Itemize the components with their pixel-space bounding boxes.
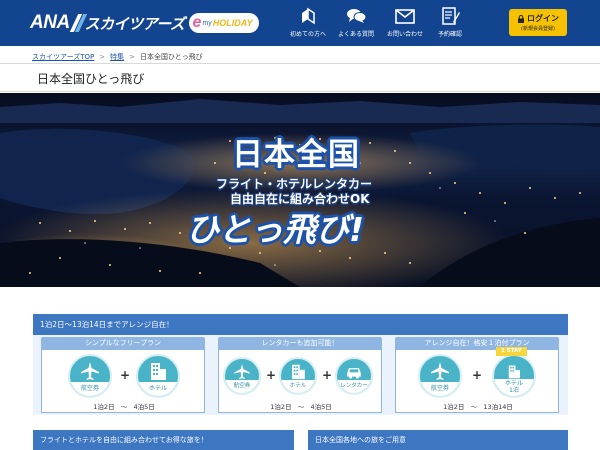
nights-to: 4泊5日 (133, 403, 155, 411)
breadcrumb-current: 日本全国ひとっ飛び (140, 53, 203, 61)
nav-label: よくある質問 (337, 31, 374, 38)
chat-bubbles-icon (347, 9, 367, 23)
building-icon (151, 363, 166, 380)
nav-label: お問い合わせ (386, 31, 423, 38)
plus-sign: + (266, 368, 277, 382)
plans-header: 1泊2日～13泊14日までアレンジ自在！ (33, 314, 568, 335)
plan-nights: 1泊2日 ～ 13泊14日 (396, 401, 560, 411)
hero-title-nihon: 日本全国 (232, 137, 360, 173)
logo-holiday-badge: e my HOLIDAY (188, 13, 259, 33)
nav-beginners[interactable]: 初めての方へ (282, 6, 334, 38)
plan-title: レンタカーも追加可能！ (218, 337, 382, 350)
plan-nights: 1泊2日 ～ 4泊5日 (42, 401, 206, 411)
plan-part-rental-car: レンタカー (335, 357, 373, 395)
login-sub-label: (新規会員登録) (521, 26, 555, 32)
divider (0, 63, 600, 64)
nav-reservation-check[interactable]: 予約確認 (424, 6, 476, 38)
section-destinations-header: 日本全国各地への旅をご用意 (308, 430, 568, 450)
plan-simple-free[interactable]: シンプルなフリープラン 航空券 + ホテル 1泊2日 ～ 4泊5日 (41, 337, 205, 413)
logo-holiday-text: HOLIDAY (212, 18, 253, 28)
nights-from: 1泊2日 (443, 403, 465, 411)
plan-nights: 1泊2日 ～ 4泊5日 (219, 401, 383, 411)
nights-to: 13泊14日 (483, 403, 513, 411)
envelope-icon (395, 9, 415, 24)
plan-title: アレンジ自在！格安１泊付プラン (395, 337, 559, 350)
logo-holiday-e: e (192, 14, 202, 31)
one-stay-badge: 1 STAY (496, 347, 527, 356)
breadcrumb: スカイツアーズTOP > 特集 > 日本全国ひとっ飛び (32, 52, 203, 62)
logo-brand: ANA (30, 12, 70, 33)
breadcrumb-separator: > (99, 53, 106, 61)
plan-part-flight: 航空券 (68, 354, 112, 398)
building-icon (508, 365, 520, 379)
plan-part-label: ホテル (281, 380, 315, 393)
logo-holiday-my: my (202, 19, 212, 27)
nights-from: 1泊2日 (93, 403, 115, 411)
airplane-icon (234, 363, 250, 380)
nav-label: 初めての方へ (289, 31, 326, 38)
lock-icon (518, 14, 524, 23)
building-icon (292, 364, 305, 380)
nights-tilde: ～ (297, 403, 305, 411)
nights-from: 1泊2日 (270, 403, 292, 411)
breadcrumb-feature-link[interactable]: 特集 (110, 52, 124, 62)
hero-banner: 日本全国 フライト・ホテルレンタカー 自由自在に組み合わせOK ひとっ飛び! (0, 93, 600, 287)
plan-part-label: レンタカー (337, 380, 371, 393)
login-button[interactable]: ログイン (新規会員登録) (509, 9, 567, 36)
plan-part-hotel: ホテル (136, 354, 180, 398)
plus-sign: + (322, 368, 333, 382)
divider (0, 91, 600, 92)
car-icon (347, 368, 361, 379)
nights-tilde: ～ (120, 403, 128, 411)
plan-body: 航空券 + 1 STAY ホテル 1泊 1泊2日 ～ 13泊14日 (395, 347, 560, 413)
page-title: 日本全国ひとっ飛び (37, 72, 145, 86)
breadcrumb-top-link[interactable]: スカイツアーズTOP (32, 52, 94, 62)
nav-label: 予約確認 (437, 31, 462, 38)
nav-faq[interactable]: よくある質問 (330, 6, 382, 38)
hero-title-hitottobi: ひとっ飛び! (186, 210, 365, 249)
nights-tilde: ～ (470, 403, 478, 411)
airplane-icon (81, 362, 99, 380)
plan-part-hotel: ホテル (279, 357, 317, 395)
hero-text: 日本全国 フライト・ホテルレンタカー 自由自在に組み合わせOK ひとっ飛び! (0, 93, 600, 287)
login-label: ログイン (527, 14, 559, 23)
logo-product: スカイツアーズ (84, 14, 185, 33)
plus-sign: + (472, 368, 483, 382)
logo-slash-icon (69, 14, 87, 32)
plan-body: 航空券 + ホテル 1泊2日 ～ 4泊5日 (41, 350, 205, 413)
plan-one-stay-budget[interactable]: アレンジ自在！格安１泊付プラン 航空券 + 1 STAY ホテル 1泊 1泊2日… (395, 337, 559, 413)
plan-part-hotel-one-night: ホテル 1泊 (492, 354, 536, 398)
nights-to: 4泊5日 (310, 403, 332, 411)
breadcrumb-separator: > (129, 53, 135, 61)
plan-with-rental-car[interactable]: レンタカーも追加可能！ 航空券 + ホテル + レンタカー 1泊2日 ～ 4泊5… (218, 337, 382, 413)
plan-part-label: 航空券 (225, 380, 259, 393)
plan-part-label: 航空券 (70, 382, 110, 396)
plan-part-flight: 航空券 (418, 354, 462, 398)
plan-part-label: 航空券 (420, 382, 460, 396)
section-flight-hotel-header: フライトとホテルを自由に組み合わせてお得な旅を！ (33, 430, 294, 450)
site-header: ANA スカイツアーズ e my HOLIDAY 初めての方へ よくある質問 お… (0, 0, 600, 46)
plan-part-flight: 航空券 (223, 357, 261, 395)
plan-title: シンプルなフリープラン (41, 337, 205, 350)
document-pen-icon (442, 7, 460, 25)
plan-part-label: ホテル (138, 382, 178, 396)
plus-sign: + (120, 368, 131, 382)
plan-body: 航空券 + ホテル + レンタカー 1泊2日 ～ 4泊5日 (218, 350, 382, 413)
beginner-leaf-icon (302, 7, 315, 25)
airplane-icon (431, 362, 449, 380)
plan-part-label: ホテル 1泊 (494, 379, 534, 396)
site-logo[interactable]: ANA スカイツアーズ e my HOLIDAY (30, 10, 259, 36)
